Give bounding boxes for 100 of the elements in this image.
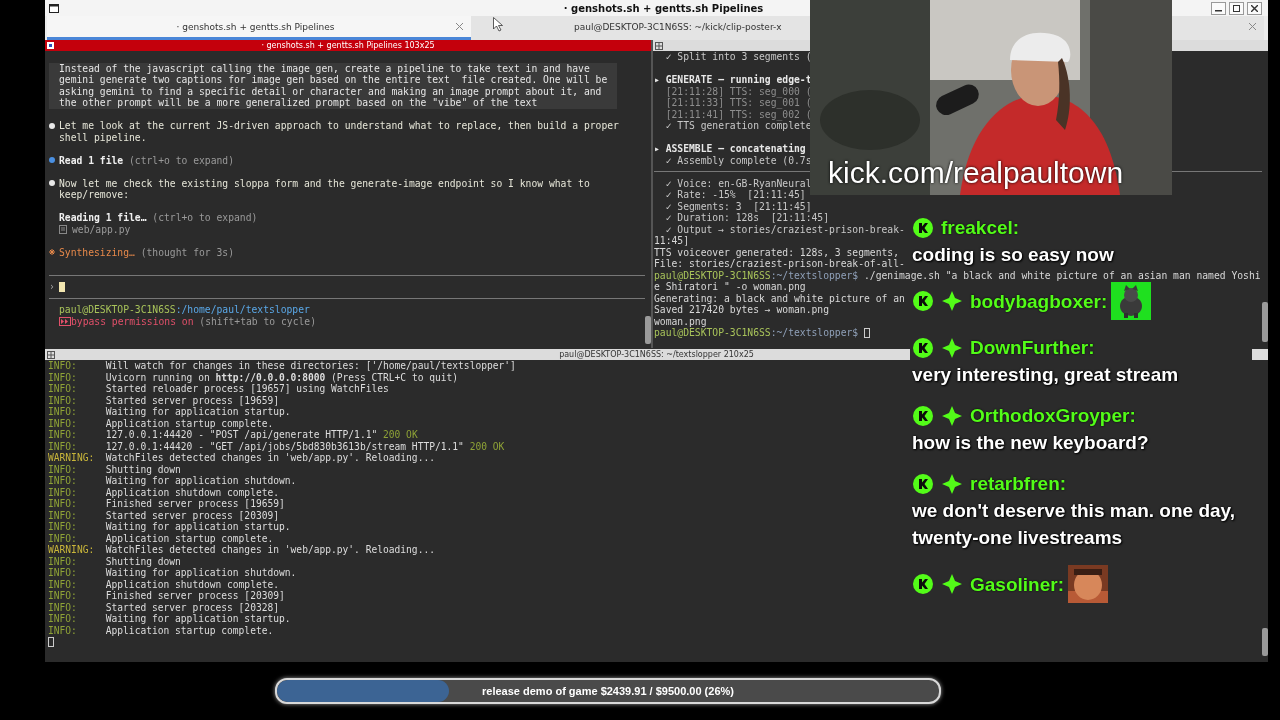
log-message: Started server process [20309] [105, 509, 280, 521]
log-message: Will watch for changes in these directories: ['/home/paul/textslopper'] [105, 360, 516, 372]
log-level: INFO: [48, 601, 78, 613]
log-message: Uvicorn running on http://0.0.0.0:8000 (Press CTRL+C to quit) [105, 371, 459, 383]
log-message: Application startup complete. [105, 624, 274, 636]
user-message: Instead of the javascript calling the image gen, create a pipeline to take text in and have gemini generate two captions for image gen based on the entire text file created. One will be asking gemini to find a specific detail or character and making an image prompt about it, and the other prompt will be a more generalized prompt based on the "vibe" of the text [49, 62, 617, 109]
maximize-icon [1233, 4, 1240, 12]
log-level: INFO: [48, 521, 78, 533]
close-icon [1251, 4, 1258, 12]
step-title: Reading 1 file… [59, 212, 147, 223]
log-level: INFO: [48, 486, 78, 498]
log-message: Waiting for application shutdown. [105, 567, 297, 579]
log-message: Started server process [19659] [105, 394, 280, 406]
log-message: Application startup complete. [105, 532, 274, 544]
pane-icon [47, 42, 54, 49]
terminal-line: ✓ Assembly complete (0.7s [664, 154, 812, 166]
terminal-line: ✓ Output → stories/craziest-prison-break- [664, 223, 905, 235]
terminal-cursor [48, 636, 54, 647]
terminal-tab[interactable]: · genshots.sh + gentts.sh Pipelines [47, 16, 471, 40]
kick-badge-icon [912, 573, 934, 595]
log-level: INFO: [48, 509, 78, 521]
terminal-line: woman.png [654, 315, 707, 327]
log-level: INFO: [48, 498, 78, 510]
log-message: Waiting for application shutdown. [105, 475, 297, 487]
minimize-button[interactable] [1211, 1, 1226, 15]
prompt-symbol: › [49, 281, 56, 293]
terminal-line: [21:11:28] TTS: seg_000 ( [664, 85, 812, 97]
chat-username: Gasoliner: [970, 572, 1064, 597]
log-level: INFO: [48, 440, 78, 452]
log-message: WatchFiles detected changes in 'web/app.py'. Reloading... [105, 452, 435, 464]
working-directory: :~/textslopper$ [770, 269, 859, 281]
log-level: INFO: [48, 532, 78, 544]
terminal-line: ✓ Segments: 3 [21:11:45] [664, 200, 812, 212]
log-message: Shutting down [105, 555, 181, 567]
chat-username: OrthodoxGroyper: [970, 404, 1136, 428]
kick-badge-icon [912, 336, 934, 359]
kick-badge-icon [912, 216, 934, 239]
command-text: ./genimage.sh "a black and white picture of an asian man named Yoshi [863, 269, 1261, 281]
sparkle-badge-icon [941, 573, 963, 595]
kick-badge-icon [912, 404, 934, 427]
terminal-line: ✓ Split into 3 segments ( [664, 51, 812, 63]
chat-username: freakcel: [941, 216, 1020, 240]
terminal-line: ▸ GENERATE — running edge-t [654, 74, 812, 86]
sparkle-badge-icon [941, 336, 963, 359]
terminal-line: [21:11:41] TTS: seg_002 ( [664, 108, 812, 120]
log-message: WatchFiles detected changes in 'web/app.py'. Reloading... [105, 544, 435, 556]
log-message: Application shutdown complete. [105, 578, 280, 590]
log-message: 127.0.0.1:44420 - "GET /api/jobs/5bd830b3613b/stream HTTP/1.1" [105, 440, 464, 452]
working-directory: :/home/paul/textslopper [175, 304, 310, 316]
close-tab-icon[interactable] [1249, 23, 1256, 30]
log-message: Application startup complete. [105, 417, 274, 429]
input-field[interactable] [59, 281, 65, 292]
window-icon [49, 3, 59, 13]
grid-icon [47, 351, 55, 359]
log-level: INFO: [48, 578, 78, 590]
log-level: INFO: [48, 613, 78, 625]
log-message: Started server process [20328] [105, 601, 280, 613]
log-message: Waiting for application startup. [105, 521, 291, 533]
log-level: INFO: [48, 394, 78, 406]
scrollbar-thumb[interactable] [645, 316, 651, 344]
log-level: INFO: [48, 475, 78, 487]
step-title: Read 1 file [59, 154, 124, 166]
assistant-message: Let me look at the current JS-driven approach to understand what to replace, then build a proper shell pipeline. [59, 120, 619, 143]
fast-forward-icon [59, 316, 71, 326]
chat-username: retarbfren: [970, 472, 1067, 496]
chat-message: how is the new keyboard? [912, 431, 1149, 455]
chat-username: bodybagboxer: [970, 289, 1108, 314]
close-tab-icon[interactable] [456, 23, 463, 30]
close-button[interactable] [1247, 1, 1262, 15]
log-level: INFO: [48, 383, 78, 395]
status-text: Synthesizing… [59, 246, 135, 258]
terminal-line: ▸ ASSEMBLE — concatenating [654, 143, 806, 155]
terminal-line: TTS voiceover generated: 128s, 3 segments, [654, 246, 899, 258]
sparkle-badge-icon [941, 290, 963, 312]
user-host: paul@DESKTOP-3C1N6SS [654, 327, 771, 339]
scrollbar-thumb[interactable] [1262, 628, 1268, 656]
mode-hint: (shift+tab to cycle) [198, 315, 316, 327]
log-level: INFO: [48, 429, 78, 441]
scrollbar-thumb[interactable] [1262, 302, 1268, 342]
kick-badge-icon [912, 290, 934, 312]
log-level: INFO: [48, 417, 78, 429]
step-hint: (ctrl+o to expand) [128, 154, 234, 166]
log-level: WARNING: [48, 452, 96, 464]
terminal-line: ✓ Rate: -15% [21:11:45] [664, 189, 806, 201]
status-code: 200 OK [468, 440, 505, 452]
status-hint: (thought for 3s) [139, 246, 234, 258]
maximize-button[interactable] [1229, 1, 1244, 15]
log-level: INFO: [48, 590, 78, 602]
log-message: Finished server process [19659] [105, 498, 285, 510]
user-host: paul@DESKTOP-3C1N6SS [59, 304, 176, 316]
user-host: paul@DESKTOP-3C1N6SS [654, 269, 771, 281]
grid-icon [655, 42, 663, 50]
log-message: Finished server process [20309] [105, 590, 285, 602]
file-path: web/app.py [72, 223, 131, 235]
terminal-line: Saved 217420 bytes → woman.png [654, 304, 829, 316]
chat-username: DownFurther: [970, 336, 1095, 360]
terminal-line: e Shiratori " -o woman.png [654, 281, 806, 293]
log-message: Waiting for application startup. [105, 613, 291, 625]
file-icon [59, 224, 67, 234]
kick-badge-icon [912, 472, 934, 495]
